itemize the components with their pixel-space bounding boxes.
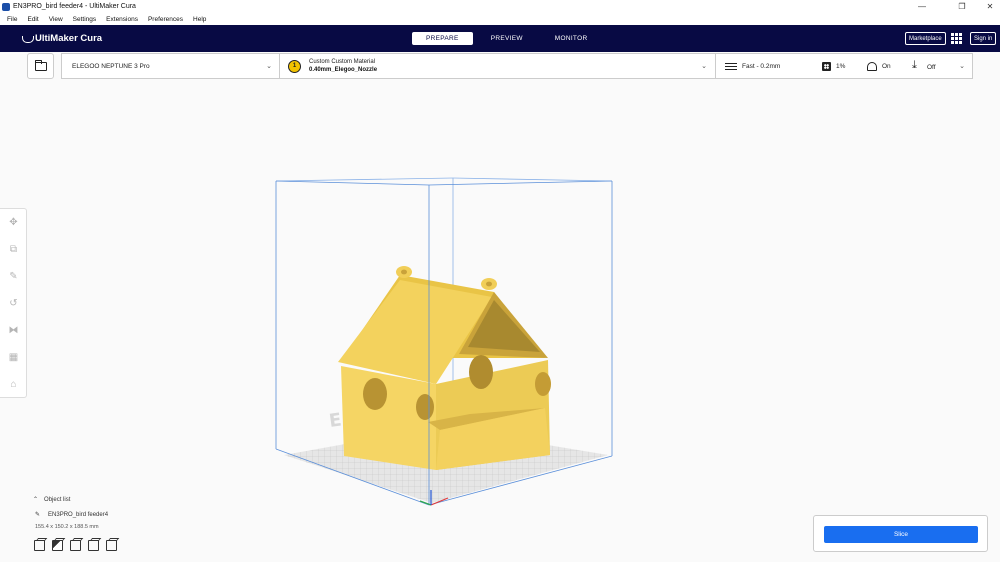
- menu-extensions[interactable]: Extensions: [101, 16, 143, 23]
- open-file-button[interactable]: [27, 53, 54, 79]
- title-bar: EN3PRO_bird feeder4 - UltiMaker Cura: [0, 0, 1000, 13]
- 3d-view-icon[interactable]: [34, 540, 45, 551]
- sliders-icon: [725, 62, 737, 71]
- support-icon: [867, 62, 877, 71]
- front-view-icon[interactable]: [52, 540, 63, 551]
- app-logo-text: UltiMaker Cura: [35, 33, 103, 44]
- menu-edit[interactable]: Edit: [22, 16, 43, 23]
- slice-panel: Slice: [813, 515, 988, 552]
- 3d-viewport[interactable]: E: [250, 170, 630, 515]
- tool-bar: ✥ ⧉ ✎ ↺ ⧓ ▦ ⌂: [0, 208, 27, 398]
- slice-button[interactable]: Slice: [824, 526, 978, 543]
- window-title: EN3PRO_bird feeder4 - UltiMaker Cura: [13, 3, 136, 10]
- infill-value: 1%: [836, 63, 846, 70]
- profile-label: Fast - 0.2mm: [742, 63, 781, 70]
- folder-icon: [34, 59, 47, 71]
- chevron-up-icon: ⌃: [33, 497, 39, 503]
- chevron-down-icon: ⌄: [959, 63, 965, 70]
- tab-preview[interactable]: PREVIEW: [477, 32, 537, 45]
- tab-prepare[interactable]: PREPARE: [412, 32, 473, 45]
- scale-tool-icon[interactable]: ⧉: [7, 243, 20, 256]
- support-blocker-icon[interactable]: ⌂: [7, 378, 20, 391]
- maximize-button[interactable]: ❐: [948, 0, 976, 13]
- object-row[interactable]: ✎ EN3PRO_bird feeder4: [35, 511, 109, 519]
- per-model-settings-icon[interactable]: ▦: [7, 351, 20, 364]
- support-value: On: [882, 63, 891, 70]
- marketplace-button[interactable]: Marketplace: [905, 32, 946, 45]
- chevron-down-icon: ⌄: [266, 63, 272, 70]
- move-tool-icon[interactable]: ✥: [7, 216, 20, 229]
- infill-icon: [822, 62, 831, 71]
- object-list-panel: ⌃ Object list ✎ EN3PRO_bird feeder4 155.…: [33, 496, 233, 558]
- menu-preferences[interactable]: Preferences: [143, 16, 188, 23]
- tab-monitor[interactable]: MONITOR: [541, 32, 602, 45]
- top-view-icon[interactable]: [70, 540, 81, 551]
- material-selector[interactable]: 1 Custom Custom Material 0.40mm_Elegoo_N…: [279, 53, 716, 79]
- object-dimensions: 155.4 x 150.2 x 188.5 mm: [35, 524, 99, 530]
- undo-rotate-icon[interactable]: ↺: [7, 297, 20, 310]
- model-roof-left: [338, 280, 492, 384]
- rotate-tool-icon[interactable]: ✎: [7, 270, 20, 283]
- adhesion-icon: [912, 59, 922, 72]
- material-name: Custom Custom Material: [309, 59, 376, 65]
- apps-grid-icon[interactable]: [951, 33, 962, 44]
- cura-app-icon: [2, 2, 10, 11]
- printer-name: ELEGOO NEPTUNE 3 Pro: [72, 62, 150, 70]
- app-header: UltiMaker Cura PREPARE PREVIEW MONITOR M…: [0, 25, 1000, 52]
- pencil-icon: ✎: [35, 512, 41, 518]
- sign-in-button[interactable]: Sign in: [970, 32, 997, 45]
- menu-file[interactable]: File: [2, 16, 22, 23]
- model-hole: [416, 394, 434, 420]
- menu-view[interactable]: View: [44, 16, 68, 23]
- stage-tabs: PREPARE PREVIEW MONITOR: [412, 32, 601, 45]
- object-list-toggle[interactable]: ⌃ Object list: [33, 496, 71, 504]
- object-name: EN3PRO_bird feeder4: [48, 511, 109, 518]
- menu-settings[interactable]: Settings: [68, 16, 102, 23]
- view-buttons: [34, 540, 117, 551]
- ultimaker-logo-icon: [22, 35, 34, 43]
- model-hole: [363, 378, 387, 410]
- right-view-icon[interactable]: [106, 540, 117, 551]
- minimize-button[interactable]: —: [908, 0, 936, 13]
- mirror-tool-icon[interactable]: ⧓: [7, 324, 20, 337]
- support-setting: On: [867, 62, 891, 71]
- model-hole: [469, 355, 493, 389]
- printer-selector[interactable]: ELEGOO NEPTUNE 3 Pro ⌄: [61, 53, 279, 79]
- left-view-icon[interactable]: [88, 540, 99, 551]
- object-list-label: Object list: [44, 496, 71, 503]
- adhesion-value: Off: [927, 63, 936, 71]
- menu-help[interactable]: Help: [188, 16, 211, 23]
- svg-text:E: E: [328, 409, 343, 432]
- scene-canvas: E: [275, 177, 613, 506]
- menu-bar: File Edit View Settings Extensions Prefe…: [0, 13, 1000, 25]
- chevron-down-icon: ⌄: [701, 63, 707, 70]
- adhesion-setting: Off: [912, 59, 936, 72]
- close-button[interactable]: ✕: [976, 0, 1000, 13]
- nozzle-name: 0.40mm_Elegoo_Nozzle: [309, 67, 378, 73]
- app-logo: UltiMaker Cura: [22, 33, 102, 44]
- extruder-badge: 1: [288, 59, 301, 73]
- print-settings-selector[interactable]: Fast - 0.2mm 1% On Off ⌄: [716, 53, 973, 79]
- profile-setting: Fast - 0.2mm: [725, 62, 780, 71]
- infill-setting: 1%: [822, 62, 845, 71]
